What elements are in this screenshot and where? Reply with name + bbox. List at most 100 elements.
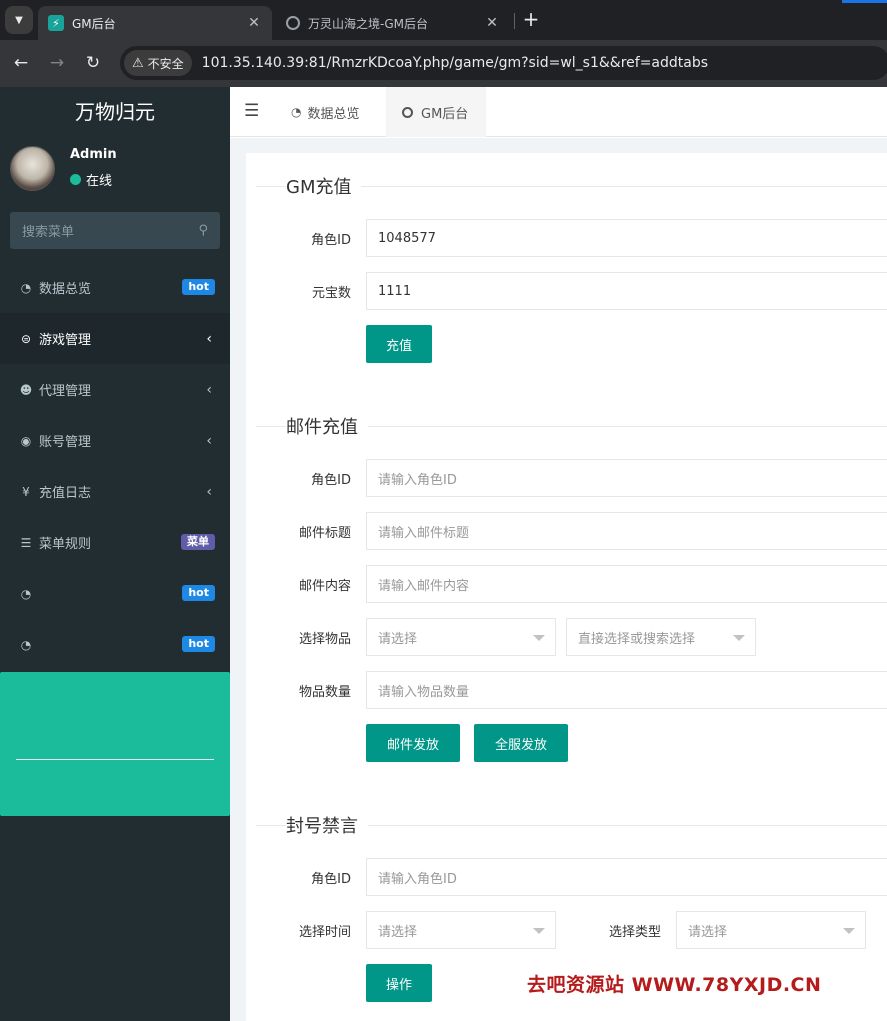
caret-down-icon xyxy=(533,928,545,934)
dashboard-icon: ◔ xyxy=(20,280,32,295)
sidebar-item-recharge-log[interactable]: ¥ 充值日志 ‹ xyxy=(0,466,230,517)
browser-tab-wanling[interactable]: 万灵山海之境-GM后台 ✕ xyxy=(276,6,510,40)
gm-role-id-input[interactable]: 1048577 xyxy=(366,219,887,257)
search-placeholder: 搜索菜单 xyxy=(22,225,75,240)
ingot-label: 元宝数 xyxy=(311,286,351,301)
menu-toggle-icon[interactable]: ☰ xyxy=(244,101,260,121)
select-time-label: 选择时间 xyxy=(298,925,351,940)
sidebar-item-label: 账号管理 xyxy=(39,435,92,450)
role-id-label: 角色ID xyxy=(311,872,351,887)
avatar xyxy=(10,146,55,191)
forward-arrow-icon[interactable]: → xyxy=(44,50,70,76)
sidebar-item-unnamed-1[interactable]: ◔ hot xyxy=(0,568,230,619)
tab-divider xyxy=(514,13,515,29)
main-content: GM充值 角色ID 1048577 元宝数 1111 充值 邮件充值 角色ID … xyxy=(230,138,887,1021)
users-icon: ☻ xyxy=(19,382,33,397)
ban-action-button[interactable]: 操作 xyxy=(366,964,432,1002)
mail-title-label: 邮件标题 xyxy=(298,526,351,541)
dashboard-icon: ◔ xyxy=(20,637,32,652)
sidebar-menu: ◔ 数据总览 hot ⊜ 游戏管理 ‹ ☻ 代理管理 ‹ ◉ 账号管理 ‹ ¥ … xyxy=(0,262,230,670)
new-tab-button[interactable]: + xyxy=(520,8,542,32)
mail-content-label: 邮件内容 xyxy=(298,579,351,594)
send-all-servers-button[interactable]: 全服发放 xyxy=(474,724,568,762)
reload-icon[interactable]: ↻ xyxy=(80,50,106,76)
brand-title[interactable]: 万物归元 xyxy=(0,87,230,137)
role-id-label: 角色ID xyxy=(311,473,351,488)
sidebar-item-agent-management[interactable]: ☻ 代理管理 ‹ xyxy=(0,364,230,415)
user-circle-icon: ◉ xyxy=(20,433,32,448)
dashboard-icon: ◔ xyxy=(291,105,302,119)
sidebar-item-game-management[interactable]: ⊜ 游戏管理 ‹ xyxy=(0,313,230,364)
gm-form-card: GM充值 角色ID 1048577 元宝数 1111 充值 邮件充值 角色ID … xyxy=(246,153,887,1021)
item-quantity-input[interactable]: 请输入物品数量 xyxy=(366,671,887,709)
chevron-left-icon: ‹ xyxy=(206,331,212,347)
caret-down-icon xyxy=(843,928,855,934)
address-bar[interactable]: ⚠ 不安全 101.35.140.39:81/RmzrKDcoaY.php/ga… xyxy=(120,46,887,80)
close-tab-icon[interactable]: ✕ xyxy=(246,15,262,31)
mail-role-id-input[interactable]: 请输入角色ID xyxy=(366,459,887,497)
browser-tab-gm[interactable]: ⚡ GM后台 ✕ xyxy=(38,6,272,40)
watermark-text: 去吧资源站 WWW.78YXJD.CN xyxy=(527,974,822,996)
hot-badge: hot xyxy=(182,636,215,652)
mail-content-input[interactable]: 请输入邮件内容 xyxy=(366,565,887,603)
item-search-select[interactable]: 直接选择或搜索选择 xyxy=(566,618,756,656)
send-mail-button[interactable]: 邮件发放 xyxy=(366,724,460,762)
time-select[interactable]: 请选择 xyxy=(366,911,556,949)
sidebar-item-label: 充值日志 xyxy=(39,486,92,501)
site-info-button[interactable]: ⚠ 不安全 xyxy=(124,50,192,76)
sidebar-info-panel xyxy=(0,672,230,816)
type-select[interactable]: 请选择 xyxy=(676,911,866,949)
bars-icon: ☰ xyxy=(20,535,32,550)
tab-title: 万灵山海之境-GM后台 xyxy=(308,16,428,31)
sidebar-item-menu-rules[interactable]: ☰ 菜单规则 菜单 xyxy=(0,517,230,568)
sidebar-item-unnamed-2[interactable]: ◔ hot xyxy=(0,619,230,670)
ban-role-id-input[interactable]: 请输入角色ID xyxy=(366,858,887,896)
search-icon[interactable]: ⚲ xyxy=(198,223,208,238)
item-search-value: 直接选择或搜索选择 xyxy=(578,631,696,647)
chevron-left-icon: ‹ xyxy=(206,433,212,449)
user-name: Admin xyxy=(70,147,117,162)
sidebar: 万物归元 Admin 在线 搜索菜单 ⚲ ◔ 数据总览 hot ⊜ 游戏管理 ‹… xyxy=(0,87,230,1021)
security-label: 不安全 xyxy=(147,56,184,71)
warning-triangle-icon: ⚠ xyxy=(132,55,144,71)
user-panel: Admin 在线 xyxy=(0,137,230,197)
tab-search-chevron-icon[interactable]: ▼ xyxy=(5,6,33,34)
time-select-value: 请选择 xyxy=(378,924,418,940)
item-select[interactable]: 请选择 xyxy=(366,618,556,656)
tab-label: GM后台 xyxy=(421,106,469,122)
type-select-value: 请选择 xyxy=(688,924,728,940)
menu-search-input[interactable]: 搜索菜单 ⚲ xyxy=(10,212,220,249)
browser-toolbar: ← → ↻ ⚠ 不安全 101.35.140.39:81/RmzrKDcoaY.… xyxy=(0,40,887,87)
user-status: 在线 xyxy=(70,170,112,189)
caret-down-icon xyxy=(533,635,545,641)
circle-icon xyxy=(402,106,413,118)
section-title-ban: 封号禁言 xyxy=(286,812,368,838)
back-arrow-icon[interactable]: ← xyxy=(8,50,34,76)
section-title-gm-recharge: GM充值 xyxy=(286,173,362,199)
section-title-mail-recharge: 邮件充值 xyxy=(286,413,368,439)
select-item-label: 选择物品 xyxy=(298,632,351,647)
chevron-left-icon: ‹ xyxy=(206,484,212,500)
hot-badge: hot xyxy=(182,279,215,295)
ingot-amount-input[interactable]: 1111 xyxy=(366,272,887,310)
sidebar-item-account-management[interactable]: ◉ 账号管理 ‹ xyxy=(0,415,230,466)
mail-title-input[interactable]: 请输入邮件标题 xyxy=(366,512,887,550)
gamepad-icon: ⊜ xyxy=(20,331,32,346)
url-text[interactable]: 101.35.140.39:81/RmzrKDcoaY.php/game/gm?… xyxy=(202,55,708,71)
status-text: 在线 xyxy=(86,174,113,189)
select-type-label: 选择类型 xyxy=(608,925,661,940)
tab-label: 数据总览 xyxy=(307,106,360,122)
close-tab-icon[interactable]: ✕ xyxy=(484,15,500,31)
menu-badge: 菜单 xyxy=(181,534,215,550)
sidebar-item-dashboard[interactable]: ◔ 数据总览 hot xyxy=(0,262,230,313)
tab-dashboard[interactable]: ◔ 数据总览 xyxy=(275,87,376,137)
globe-icon xyxy=(286,16,300,30)
divider xyxy=(16,759,214,760)
caret-down-icon xyxy=(733,635,745,641)
tab-gm-backend[interactable]: GM后台 xyxy=(386,87,486,137)
tab-title: GM后台 xyxy=(72,16,116,31)
recharge-button[interactable]: 充值 xyxy=(366,325,432,363)
chevron-left-icon: ‹ xyxy=(206,382,212,398)
online-dot-icon xyxy=(70,174,81,185)
item-select-value: 请选择 xyxy=(378,631,418,647)
